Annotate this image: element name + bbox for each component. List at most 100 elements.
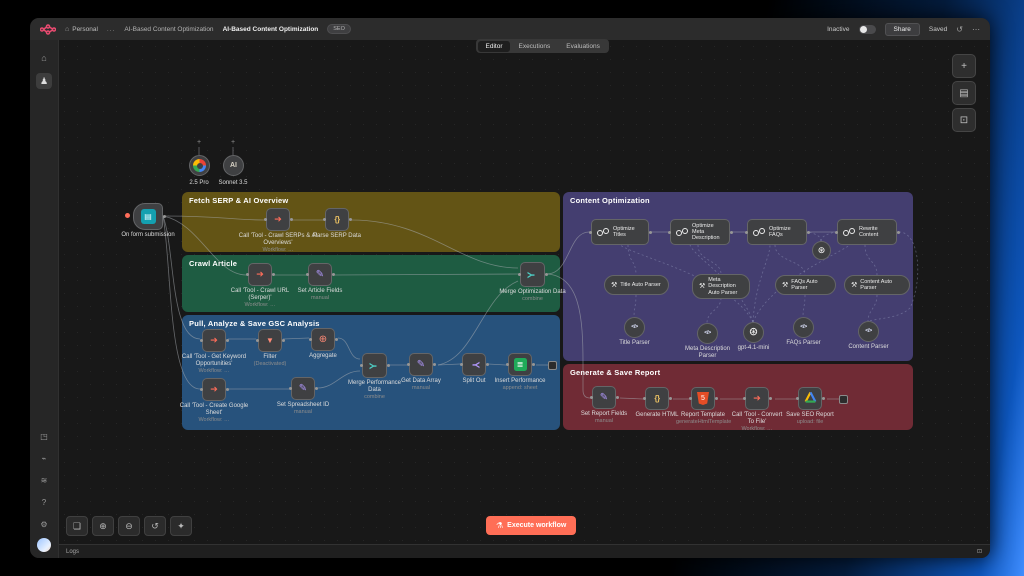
- node-insert-performance[interactable]: ≣ Insert Performanceappend: sheet: [508, 353, 532, 376]
- workflow-tab-active[interactable]: AI-Based Content Optimization: [223, 26, 319, 33]
- app-window: ⌂ Personal ... AI-Based Content Optimiza…: [30, 18, 990, 558]
- expand-panel-icon[interactable]: ⊡: [977, 548, 982, 555]
- node-label: Generate HTML: [635, 412, 678, 418]
- node-faqs-auto-parser[interactable]: ⚒ FAQs Auto Parser: [775, 275, 836, 295]
- node-save-seo-report[interactable]: Save SEO Reportupload: file: [798, 387, 822, 410]
- node-content-auto-parser[interactable]: ⚒ Content Auto Parser: [844, 275, 910, 295]
- personal-project-icon[interactable]: ♟: [36, 73, 52, 89]
- breadcrumb[interactable]: ⌂ Personal: [65, 26, 98, 33]
- node-set-report-fields[interactable]: ✎ Set Report Fieldsmanual: [592, 386, 616, 409]
- model-connector-plus[interactable]: +: [197, 139, 201, 146]
- group-title: Generate & Save Report: [570, 368, 660, 377]
- history-icon[interactable]: ↺: [956, 25, 963, 34]
- insights-icon[interactable]: ≋: [36, 472, 52, 488]
- node-label: Call 'Tool - Convert To File': [732, 412, 783, 425]
- workflow-tag-badge[interactable]: SEO: [327, 24, 351, 34]
- tab-evaluations[interactable]: Evaluations: [558, 41, 608, 52]
- zoom-out-button[interactable]: ⊖: [118, 516, 140, 536]
- node-filter[interactable]: ▼ Filter(Deactivated): [258, 329, 282, 352]
- tool-call-icon: ➔: [210, 336, 218, 345]
- pencil-icon: ✎: [417, 360, 425, 370]
- merge-icon: Y: [527, 271, 537, 278]
- node-get-keyword-opportunities[interactable]: ➔ Call 'Tool - Get Keyword Opportunities…: [202, 329, 226, 352]
- breadcrumb-more[interactable]: ...: [107, 26, 115, 33]
- node-label: Meta Description Parser: [681, 346, 735, 360]
- node-optimize-titles[interactable]: Optimize Titles: [591, 219, 649, 245]
- node-title-parser[interactable]: </> Title Parser: [624, 317, 645, 338]
- settings-icon[interactable]: ⚙: [36, 516, 52, 532]
- execute-label: Execute workflow: [507, 522, 566, 529]
- workflow-panel-button[interactable]: ⊡: [952, 108, 976, 132]
- user-avatar[interactable]: [37, 538, 51, 552]
- node-create-google-sheet[interactable]: ➔ Call 'Tool - Create Google Sheet'Workf…: [202, 378, 226, 401]
- add-node-button[interactable]: +: [952, 54, 976, 78]
- node-convert-to-file[interactable]: ➔ Call 'Tool - Convert To File'Workflow:…: [745, 387, 769, 410]
- group-title: Content Optimization: [570, 196, 650, 205]
- execute-workflow-button[interactable]: ⚗ Execute workflow: [486, 516, 576, 535]
- node-optimize-faqs[interactable]: Optimize FAQs: [747, 219, 807, 245]
- node-label: Merge Optimization Data: [499, 289, 565, 295]
- connection-endpoint[interactable]: [839, 395, 848, 404]
- node-meta-parser[interactable]: </> Meta Description Parser: [697, 323, 718, 344]
- workflow-tab-inactive[interactable]: AI-Based Content Optimization: [124, 26, 213, 33]
- node-content-parser[interactable]: </> Content Parser: [858, 321, 879, 342]
- add-sticky-note-button[interactable]: ▤: [952, 81, 976, 105]
- tab-executions[interactable]: Executions: [510, 41, 558, 52]
- node-label: Filter: [263, 354, 276, 360]
- node-label: Call 'Tool - Get Keyword Opportunities': [182, 354, 246, 367]
- node-rewrite-content[interactable]: Rewrite Content: [837, 219, 897, 245]
- tidy-up-button[interactable]: ✦: [170, 516, 192, 536]
- node-merge-optimization[interactable]: Y Merge Optimization Datacombine: [520, 262, 545, 287]
- node-label: Content Auto Parser: [860, 279, 903, 292]
- templates-icon[interactable]: ◳: [36, 428, 52, 444]
- zoom-to-fit-button[interactable]: ❏: [66, 516, 88, 536]
- node-report-template[interactable]: 5 Report TemplategenerateHtmlTemplate: [691, 387, 715, 410]
- more-options-icon[interactable]: ⋯: [972, 25, 980, 34]
- node-gpt-41-mini[interactable]: ⊛ gpt-4.1-mini: [743, 322, 764, 343]
- node-generate-html[interactable]: {} Generate HTML: [645, 387, 669, 410]
- node-faqs-parser[interactable]: </> FAQs Parser: [793, 317, 814, 338]
- split-out-icon: Y: [469, 361, 479, 368]
- node-set-spreadsheet-id[interactable]: ✎ Set Spreadsheet IDmanual: [291, 377, 315, 400]
- node-set-article-fields[interactable]: ✎ Set Article Fieldsmanual: [308, 263, 332, 286]
- home-icon[interactable]: ⌂: [36, 50, 52, 66]
- merge-icon: Y: [369, 362, 379, 369]
- variables-icon[interactable]: ⌁: [36, 450, 52, 466]
- node-optimize-meta[interactable]: Optimize Meta Description: [670, 219, 730, 245]
- reset-zoom-button[interactable]: ↺: [144, 516, 166, 536]
- node-crawl-serps[interactable]: ➔ Call 'Tool - Crawl SERPs & AI Overview…: [266, 208, 290, 231]
- tab-editor[interactable]: Editor: [478, 41, 511, 52]
- node-aggregate[interactable]: ⊕ Aggregate: [311, 328, 335, 351]
- active-toggle[interactable]: [859, 25, 876, 34]
- node-sublabel: generateHtmlTemplate: [676, 419, 730, 426]
- chain-icon: [753, 227, 765, 238]
- node-form-trigger[interactable]: ▤ On form submission: [133, 203, 163, 230]
- node-get-data-array[interactable]: ✎ Get Data Arraymanual: [409, 353, 433, 376]
- html5-icon: 5: [697, 392, 709, 405]
- node-label: Optimize Titles: [613, 226, 643, 239]
- node-split-out[interactable]: Y Split Out: [462, 353, 486, 376]
- help-icon[interactable]: ?: [36, 494, 52, 510]
- share-button[interactable]: Share: [885, 23, 920, 36]
- node-meta-auto-parser[interactable]: ⚒ Meta Description Auto Parser: [692, 274, 750, 299]
- google-gemini-icon: [193, 159, 206, 172]
- zoom-in-button[interactable]: ⊕: [92, 516, 114, 536]
- tidy-up-icon: ✦: [177, 521, 185, 532]
- node-merge-performance[interactable]: Y Merge Performance Datacombine: [362, 353, 387, 378]
- flask-icon: ⚗: [496, 521, 503, 530]
- node-crawl-url[interactable]: ➔ Call 'Tool - Crawl URL (Serper)'Workfl…: [248, 263, 272, 286]
- node-parse-serp[interactable]: {} Parse SERP Data: [325, 208, 349, 231]
- node-gemini-model[interactable]: [189, 155, 210, 176]
- connection-endpoint[interactable]: [548, 361, 557, 370]
- model-connector-plus[interactable]: +: [231, 139, 235, 146]
- code-parser-icon: </>: [704, 331, 710, 337]
- chain-icon: [843, 227, 855, 238]
- node-title-auto-parser[interactable]: ⚒ Title Auto Parser: [604, 275, 669, 295]
- node-label: Optimize FAQs: [769, 226, 801, 239]
- node-label: Call 'Tool - Create Google Sheet': [180, 403, 249, 416]
- node-claude-model[interactable]: AI: [223, 155, 244, 176]
- logs-panel-collapsed[interactable]: Logs ⊡: [58, 544, 990, 558]
- node-label: Aggregate: [309, 353, 337, 359]
- node-sub-model[interactable]: ⊛: [812, 241, 831, 260]
- wrench-icon: ⚒: [851, 282, 857, 289]
